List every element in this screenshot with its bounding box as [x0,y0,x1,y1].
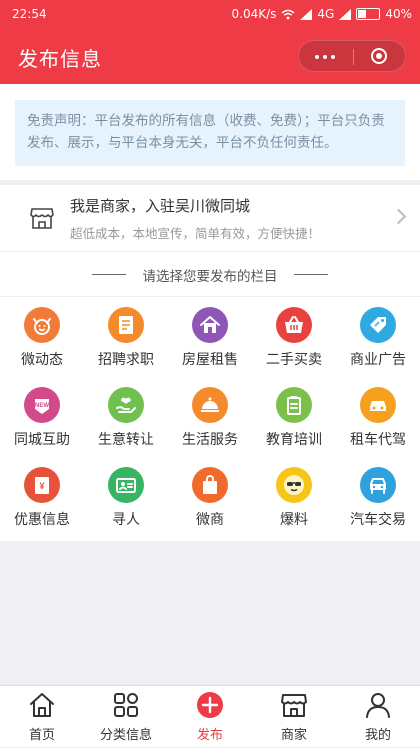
category-item[interactable]: 生活服务 [168,377,252,457]
car-front-icon [360,467,396,503]
tab-plus[interactable]: 发布 [168,686,252,748]
mini-program-capsule [298,40,406,72]
signal-icon-2 [339,8,352,20]
signal-icon [300,8,313,20]
store-icon [280,691,308,719]
wifi-icon [281,9,295,19]
house-icon [192,307,228,343]
basket-icon [276,307,312,343]
category-item[interactable]: 房屋租售 [168,297,252,377]
tab-store[interactable]: 商家 [252,686,336,748]
clipboard-icon [276,387,312,423]
divider-right [294,274,328,275]
shopping-bag-icon [192,467,228,503]
category-label: 二手买卖 [266,352,322,368]
category-label: 微商 [196,512,224,528]
new-badge-icon: NEW [24,387,60,423]
user-icon [364,691,392,719]
category-grid: 微动态 招聘求职 房屋租售 二手买卖 商业广告 NEW 同城互助 生意转让 生活服务 教育培训 租车… [0,297,420,541]
sunglasses-face-icon [276,467,312,503]
network-type: 4G [317,7,335,21]
svg-text:NEW: NEW [35,403,49,409]
more-icon[interactable] [315,55,335,59]
category-item[interactable]: 租车代驾 [336,377,420,457]
cat-face-icon [24,307,60,343]
category-item[interactable]: 生意转让 [84,377,168,457]
category-label: 汽车交易 [350,512,406,528]
category-item[interactable]: 汽车交易 [336,457,420,537]
merchant-join-row[interactable]: 我是商家，入驻吴川微同城 超低成本，本地宣传，简单有效，方便快捷！ [0,185,420,251]
tab-label: 首页 [28,728,55,743]
car-icon [360,387,396,423]
price-tag-icon [360,307,396,343]
category-item[interactable]: 微动态 [0,297,84,377]
id-card-icon [108,467,144,503]
resume-icon [108,307,144,343]
section-title: 请选择您要发布的栏目 [142,269,278,285]
category-label: 爆料 [280,512,308,528]
category-item[interactable]: 二手买卖 [252,297,336,377]
plus-icon [196,691,224,719]
coupon-icon: ¥ [24,467,60,503]
category-item[interactable]: NEW 同城互助 [0,377,84,457]
tab-bar: 首页 分类信息 发布 商家 我的 [0,685,420,747]
svg-text:¥: ¥ [39,481,44,491]
tab-label: 商家 [280,728,307,743]
tab-home[interactable]: 首页 [0,686,84,748]
category-item[interactable]: 教育培训 [252,377,336,457]
section-header: 请选择您要发布的栏目 [0,252,420,296]
network-speed: 0.04K/s [231,7,277,21]
category-label: 租车代驾 [350,432,406,448]
category-item[interactable]: 寻人 [84,457,168,537]
store-icon [30,208,54,229]
capsule-divider [353,49,354,65]
disclaimer-notice: 免责声明：平台发布的所有信息（收费、免费）；平台只负责发布、展示，与平台本身无关… [15,100,405,166]
grid-icon [112,691,140,719]
status-time: 22:54 [12,7,47,21]
page-title: 发布信息 [18,47,102,71]
hand-heart-icon [108,387,144,423]
tab-label: 我的 [364,728,391,743]
status-indicators: 0.04K/s 4G 40% [232,7,413,21]
tab-user[interactable]: 我的 [336,686,420,748]
nav-bar: 发布信息 [0,28,420,84]
category-item[interactable]: ¥ 优惠信息 [0,457,84,537]
cloche-icon [192,387,228,423]
category-item[interactable]: 招聘求职 [84,297,168,377]
home-icon [28,691,56,719]
battery-percent: 40% [385,7,412,21]
tab-grid[interactable]: 分类信息 [84,686,168,748]
category-item[interactable]: 微商 [168,457,252,537]
merchant-title: 我是商家，入驻吴川微同城 [70,197,251,215]
category-label: 生意转让 [98,432,154,448]
category-label: 房屋租售 [182,352,238,368]
merchant-subtitle: 超低成本，本地宣传，简单有效，方便快捷！ [70,226,321,241]
category-label: 生活服务 [182,432,238,448]
category-label: 商业广告 [350,352,406,368]
category-label: 寻人 [112,512,140,528]
tab-label: 分类信息 [99,728,152,743]
category-label: 微动态 [21,352,63,368]
battery-icon [356,8,381,20]
category-label: 优惠信息 [14,512,70,528]
battery-fill [358,10,367,18]
category-label: 招聘求职 [98,352,154,368]
category-item[interactable]: 商业广告 [336,297,420,377]
category-label: 同城互助 [14,432,70,448]
notice-section: 免责声明：平台发布的所有信息（收费、免费）；平台只负责发布、展示，与平台本身无关… [0,84,420,180]
tab-label: 发布 [196,728,223,743]
close-icon[interactable] [371,48,387,64]
status-bar: 22:54 0.04K/s 4G 40% [0,0,420,28]
chevron-right-icon [390,208,407,225]
category-item[interactable]: 爆料 [252,457,336,537]
category-label: 教育培训 [266,432,322,448]
